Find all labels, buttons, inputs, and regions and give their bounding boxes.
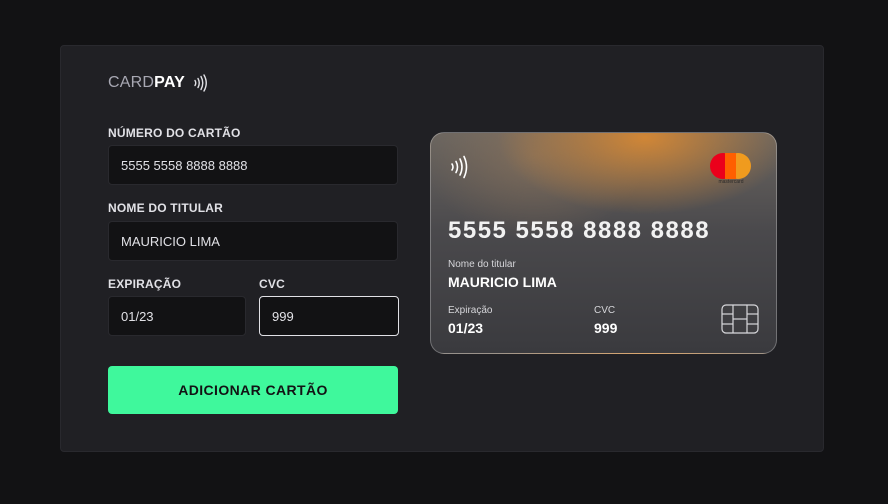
holder-name-label: NOME DO TITULAR (108, 201, 223, 215)
expiration-label: EXPIRAÇÃO (108, 277, 182, 291)
card-number-label: NÚMERO DO CARTÃO (108, 126, 241, 140)
card-preview-holder-name: MAURICIO LIMA (448, 274, 557, 290)
mastercard-logo: mastercard (710, 153, 752, 185)
card-network-text: mastercard (718, 179, 744, 185)
contactless-icon (191, 74, 209, 92)
card-preview-cvc-value: 999 (594, 320, 618, 336)
cardpay-logo: CARD PAY (108, 74, 209, 92)
card-preview-expiration-value: 01/23 (448, 320, 484, 336)
card-preview-cvc-label: CVC (594, 305, 616, 316)
card-preview-expiration-label: Expiração (448, 305, 493, 316)
card-preview-holder-label: Nome do titular (448, 259, 516, 270)
card-form-panel: CARDPAY NÚMERO DO CARTÃO NOME DO TITULAR… (60, 45, 824, 452)
cvc-input[interactable] (259, 296, 399, 336)
card-preview-number: 5555 5558 8888 8888 (448, 217, 711, 244)
contactless-icon (448, 155, 470, 184)
holder-name-input[interactable] (108, 221, 398, 261)
card-preview: mastercard 5555 5558 8888 8888 Nome do t… (430, 132, 777, 354)
logo-text-bold: PAY (154, 74, 185, 91)
add-card-button[interactable]: ADICIONAR CARTÃO (108, 366, 398, 414)
cvc-label: CVC (259, 277, 285, 291)
chip-icon (721, 304, 759, 339)
card-number-input[interactable] (108, 145, 398, 185)
logo-text-light: CARD (108, 74, 155, 91)
expiration-input[interactable] (108, 296, 246, 336)
